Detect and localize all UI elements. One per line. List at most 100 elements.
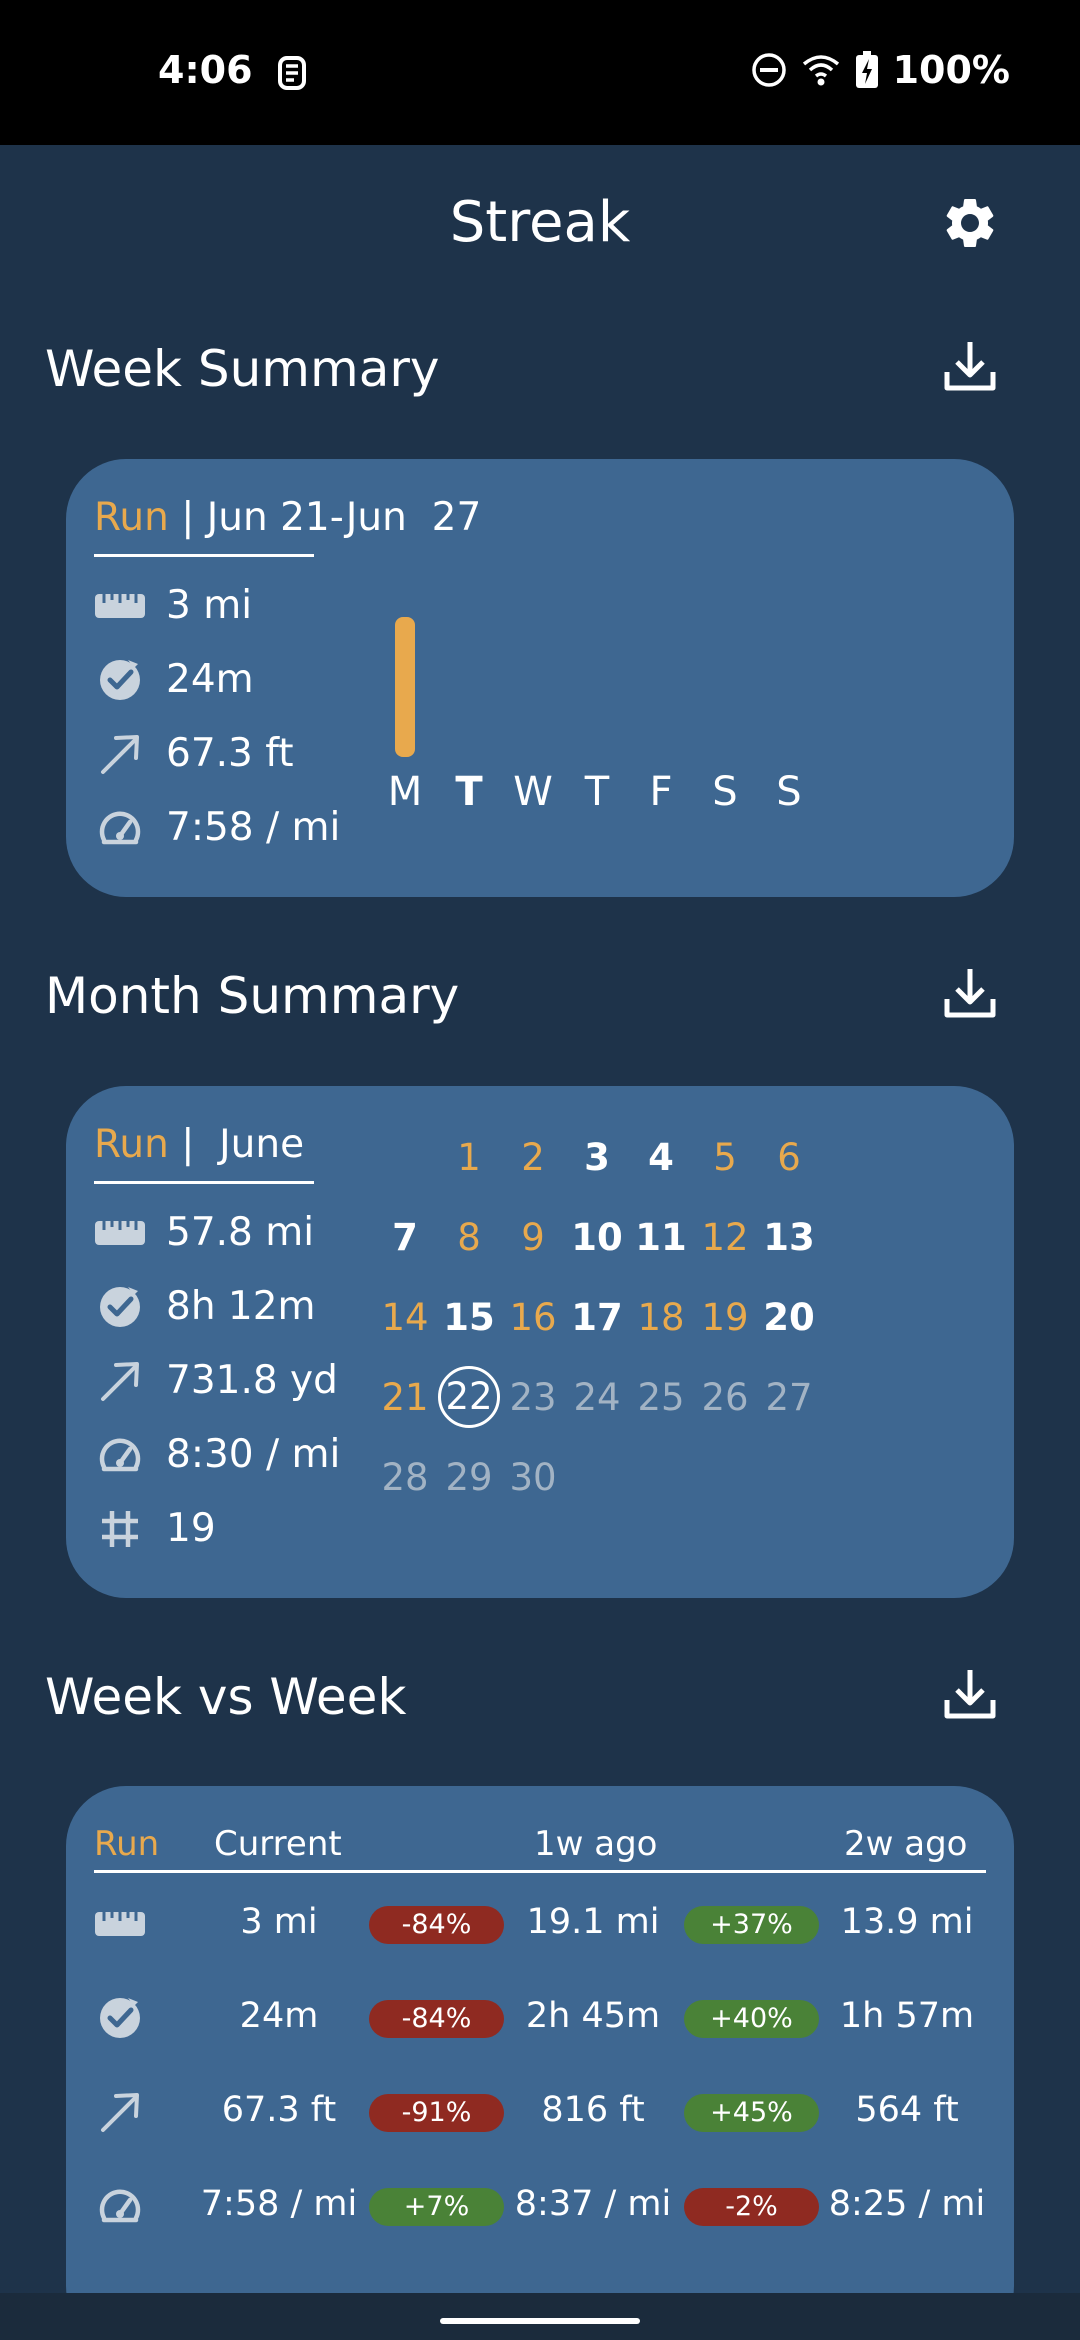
status-bar: 4:06 100%: [0, 0, 1080, 145]
month-download-icon[interactable]: [940, 963, 1000, 1023]
hash-icon: [94, 1507, 146, 1551]
clock-check-icon: [94, 1996, 146, 2040]
week-summary-card[interactable]: Run | Jun 21-Jun 27 3 mi 24m 67.3 ft 7:5…: [66, 459, 1014, 897]
calendar-day: 17: [571, 1296, 623, 1339]
week-vs-week-title: Week vs Week: [45, 1668, 407, 1726]
month-header-underline: [94, 1181, 314, 1184]
week-header-underline: [94, 554, 314, 557]
wvw-col-1w: 1w ago: [534, 1824, 658, 1864]
calendar-day: 10: [571, 1216, 623, 1259]
week-day-label: M: [387, 769, 423, 815]
arrow-up-right-icon: [94, 2090, 146, 2134]
clock-check-icon: [94, 1285, 146, 1329]
wvw-change-badge: +37%: [684, 1906, 819, 1944]
week-vs-week-card[interactable]: Run Current 1w ago 2w ago 3 mi 19.1 mi 13.…: [66, 1786, 1014, 2340]
week-activity: Run: [94, 495, 169, 540]
week-day-label: S: [776, 769, 802, 815]
month-distance: 57.8 mi: [94, 1210, 314, 1255]
week-day-label: W: [513, 769, 553, 815]
calendar-day: 29: [445, 1456, 493, 1499]
calendar-day: 26: [701, 1376, 749, 1419]
wvw-col-current: Current: [214, 1824, 342, 1864]
calendar-day: 12: [701, 1216, 749, 1259]
week-day-bar: [395, 617, 415, 757]
month-duration: 8h 12m: [94, 1284, 316, 1329]
status-time: 4:06: [158, 48, 253, 92]
month-pace-value: 8:30 / mi: [166, 1432, 341, 1477]
wvw-value: 816 ft: [541, 2090, 645, 2130]
week-day-label: F: [649, 769, 673, 815]
wvw-download-icon[interactable]: [940, 1664, 1000, 1724]
gesture-handle[interactable]: [440, 2318, 640, 2324]
week-download-icon[interactable]: [940, 336, 1000, 396]
calendar-day: 7: [392, 1216, 418, 1259]
gear-icon[interactable]: [940, 193, 1000, 253]
arrow-up-right-icon: [94, 1359, 146, 1403]
wvw-change-badge: +45%: [684, 2094, 819, 2132]
wvw-change-badge: +40%: [684, 2000, 819, 2038]
calendar-day: 14: [381, 1296, 429, 1339]
calendar-day: 3: [584, 1136, 610, 1179]
wvw-value: 67.3 ft: [221, 2090, 337, 2130]
week-elevation: 67.3 ft: [94, 731, 294, 776]
calendar-day: 25: [637, 1376, 685, 1419]
week-duration-value: 24m: [166, 657, 254, 702]
do-not-disturb-icon: [751, 53, 786, 87]
calendar-day: 21: [381, 1376, 429, 1419]
wvw-header-underline: [94, 1870, 986, 1873]
week-distance: 3 mi: [94, 583, 252, 628]
month-elevation: 731.8 yd: [94, 1358, 338, 1403]
wifi-icon: [802, 55, 839, 86]
calendar-day: 2: [521, 1136, 545, 1179]
calendar-day: 24: [573, 1376, 621, 1419]
calendar-day: 1: [457, 1136, 481, 1179]
ruler-icon: [94, 1211, 146, 1255]
week-card-header: Run | Jun 21-Jun 27: [94, 495, 481, 540]
calendar-day: 27: [765, 1376, 813, 1419]
calendar-day: 23: [509, 1376, 557, 1419]
wvw-value: 1h 57m: [839, 1996, 975, 2036]
wvw-change-badge: -84%: [369, 1906, 504, 1944]
wvw-value: 8:25 / mi: [828, 2184, 986, 2224]
week-day-label: T: [584, 769, 610, 815]
calendar-day: 11: [635, 1216, 687, 1259]
app-title: Streak: [449, 190, 631, 255]
wvw-value: 7:58 / mi: [200, 2184, 358, 2224]
calendar-day: 19: [701, 1296, 749, 1339]
month-name: | June: [168, 1122, 305, 1167]
week-duration: 24m: [94, 657, 254, 702]
calendar-day: 9: [521, 1216, 545, 1259]
wvw-change-badge: -91%: [369, 2094, 504, 2132]
month-card-header: Run | June: [94, 1122, 304, 1167]
month-activity: Run: [94, 1122, 169, 1167]
month-elevation-value: 731.8 yd: [166, 1358, 338, 1403]
calendar-day: 4: [648, 1136, 674, 1179]
wvw-value: 564 ft: [855, 2090, 959, 2130]
week-pace-value: 7:58 / mi: [166, 805, 341, 850]
calendar-day: 8: [457, 1216, 481, 1259]
calendar-day: 22: [438, 1366, 500, 1428]
wvw-change-badge: -2%: [684, 2188, 819, 2226]
week-elevation-value: 67.3 ft: [166, 731, 294, 776]
calendar-day: 15: [443, 1296, 495, 1339]
ruler-icon: [94, 584, 146, 628]
month-distance-value: 57.8 mi: [166, 1210, 315, 1255]
wvw-change-badge: -84%: [369, 2000, 504, 2038]
calendar-day: 28: [381, 1456, 429, 1499]
calendar-day: 16: [509, 1296, 557, 1339]
month-pace: 8:30 / mi: [94, 1432, 340, 1477]
speedometer-icon: [94, 2184, 146, 2228]
navigation-bar: [0, 2293, 1080, 2340]
week-day-label: T: [455, 769, 483, 815]
week-distance-value: 3 mi: [166, 583, 253, 628]
wvw-value: 19.1 mi: [526, 1902, 660, 1942]
speedometer-icon: [94, 1433, 146, 1477]
ruler-icon: [94, 1902, 146, 1946]
speedometer-icon: [94, 806, 146, 850]
month-summary-card[interactable]: Run | June 57.8 mi 8h 12m 731.8 yd 8:30 …: [66, 1086, 1014, 1598]
wvw-value: 3 mi: [240, 1902, 318, 1942]
calendar-day: 5: [713, 1136, 737, 1179]
clock-check-icon: [94, 658, 146, 702]
month-count: 19: [94, 1506, 216, 1551]
wvw-value: 24m: [239, 1996, 319, 2036]
